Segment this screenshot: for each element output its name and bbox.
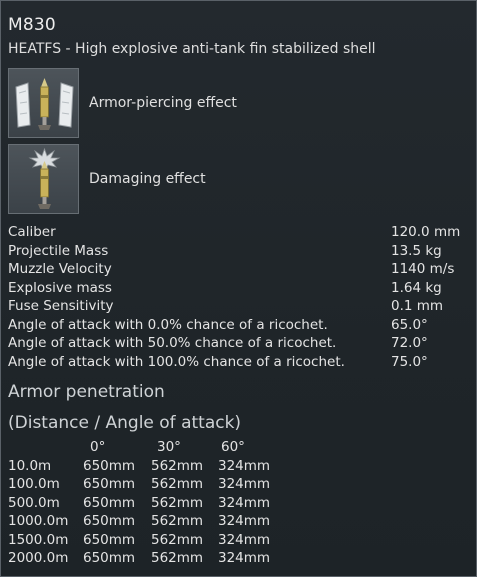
armor-piercing-shell-icon: [8, 68, 79, 138]
penetration-cell: 650mm: [83, 476, 136, 492]
stat-label: Caliber: [8, 224, 56, 240]
stat-row-caliber: Caliber 120.0 mm: [8, 223, 468, 242]
stat-label: Angle of attack with 50.0% chance of a r…: [8, 335, 337, 351]
shell-name: M830: [8, 15, 56, 35]
shell-stats: Caliber 120.0 mm Projectile Mass 13.5 kg…: [8, 223, 468, 371]
stat-value: 1140 m/s: [391, 261, 455, 277]
stat-label: Angle of attack with 0.0% chance of a ri…: [8, 316, 328, 333]
penetration-cell: 324mm: [218, 494, 271, 511]
penetration-cell: 650mm: [83, 513, 136, 529]
stat-value: 72.0°: [391, 335, 428, 351]
effect-label-damaging: Damaging effect: [89, 171, 206, 187]
distance-cell: 2000.0m: [8, 550, 69, 566]
distance-cell: 1000.0m: [8, 513, 69, 529]
stat-row-ricochet-100: Angle of attack with 100.0% chance of a …: [8, 353, 468, 372]
penetration-cell: 562mm: [151, 513, 204, 529]
stat-label: Muzzle Velocity: [8, 261, 112, 277]
stat-row-muzzle-velocity: Muzzle Velocity 1140 m/s: [8, 260, 468, 279]
table-row: 10.0m 650mm 562mm 324mm: [8, 457, 291, 476]
penetration-cell: 562mm: [151, 494, 204, 511]
shell-info-tooltip: M830 HEATFS - High explosive anti-tank f…: [0, 0, 477, 577]
stat-row-projectile-mass: Projectile Mass 13.5 kg: [8, 242, 468, 261]
armor-penetration-subheading: (Distance / Angle of attack): [8, 413, 242, 433]
angle-header: 60°: [221, 439, 245, 455]
angle-header: 0°: [90, 439, 106, 455]
effect-row-armor-piercing: Armor-piercing effect: [8, 68, 237, 138]
distance-cell: 10.0m: [8, 457, 52, 474]
stat-value: 13.5 kg: [391, 242, 442, 259]
table-header-row: 0° 30° 60°: [8, 438, 291, 457]
stat-value: 1.64 kg: [391, 279, 442, 296]
stat-value: 0.1 mm: [391, 298, 444, 314]
table-row: 1000.0m 650mm 562mm 324mm: [8, 512, 291, 531]
stat-value: 120.0 mm: [391, 224, 461, 240]
penetration-cell: 562mm: [151, 550, 204, 566]
stat-row-ricochet-0: Angle of attack with 0.0% chance of a ri…: [8, 316, 468, 335]
penetration-cell: 562mm: [151, 457, 204, 474]
distance-header: [8, 438, 83, 457]
penetration-cell: 324mm: [218, 550, 271, 566]
distance-cell: 1500.0m: [8, 531, 69, 548]
stat-label: Projectile Mass: [8, 242, 109, 259]
stat-row-fuse-sensitivity: Fuse Sensitivity 0.1 mm: [8, 297, 468, 316]
distance-cell: 100.0m: [8, 476, 60, 492]
penetration-cell: 324mm: [218, 476, 271, 492]
stat-label: Fuse Sensitivity: [8, 298, 114, 314]
stat-value: 65.0°: [391, 316, 428, 333]
stat-label: Explosive mass: [8, 279, 112, 296]
table-row: 100.0m 650mm 562mm 324mm: [8, 475, 291, 494]
angle-header: 30°: [157, 439, 181, 455]
distance-cell: 500.0m: [8, 494, 60, 511]
armor-penetration-table: 0° 30° 60° 10.0m 650mm 562mm 324mm 100.0…: [8, 438, 291, 568]
damaging-shell-icon: [8, 144, 79, 214]
penetration-cell: 324mm: [218, 457, 271, 474]
table-row: 2000.0m 650mm 562mm 324mm: [8, 549, 291, 568]
stat-label: Angle of attack with 100.0% chance of a …: [8, 353, 345, 370]
penetration-cell: 650mm: [83, 550, 136, 566]
effect-label-armor-piercing: Armor-piercing effect: [89, 95, 237, 111]
penetration-cell: 324mm: [218, 513, 271, 529]
stat-row-ricochet-50: Angle of attack with 50.0% chance of a r…: [8, 334, 468, 353]
table-row: 1500.0m 650mm 562mm 324mm: [8, 531, 291, 550]
stat-row-explosive-mass: Explosive mass 1.64 kg: [8, 279, 468, 298]
stat-value: 75.0°: [391, 353, 428, 370]
table-row: 500.0m 650mm 562mm 324mm: [8, 494, 291, 513]
effect-row-damaging: Damaging effect: [8, 144, 206, 214]
penetration-cell: 650mm: [83, 457, 136, 474]
shell-description: HEATFS - High explosive anti-tank fin st…: [8, 41, 376, 57]
penetration-cell: 324mm: [218, 531, 271, 548]
penetration-cell: 562mm: [151, 531, 204, 548]
penetration-cell: 562mm: [151, 476, 204, 492]
armor-penetration-heading: Armor penetration: [8, 382, 165, 402]
penetration-cell: 650mm: [83, 494, 136, 511]
penetration-cell: 650mm: [83, 531, 136, 548]
